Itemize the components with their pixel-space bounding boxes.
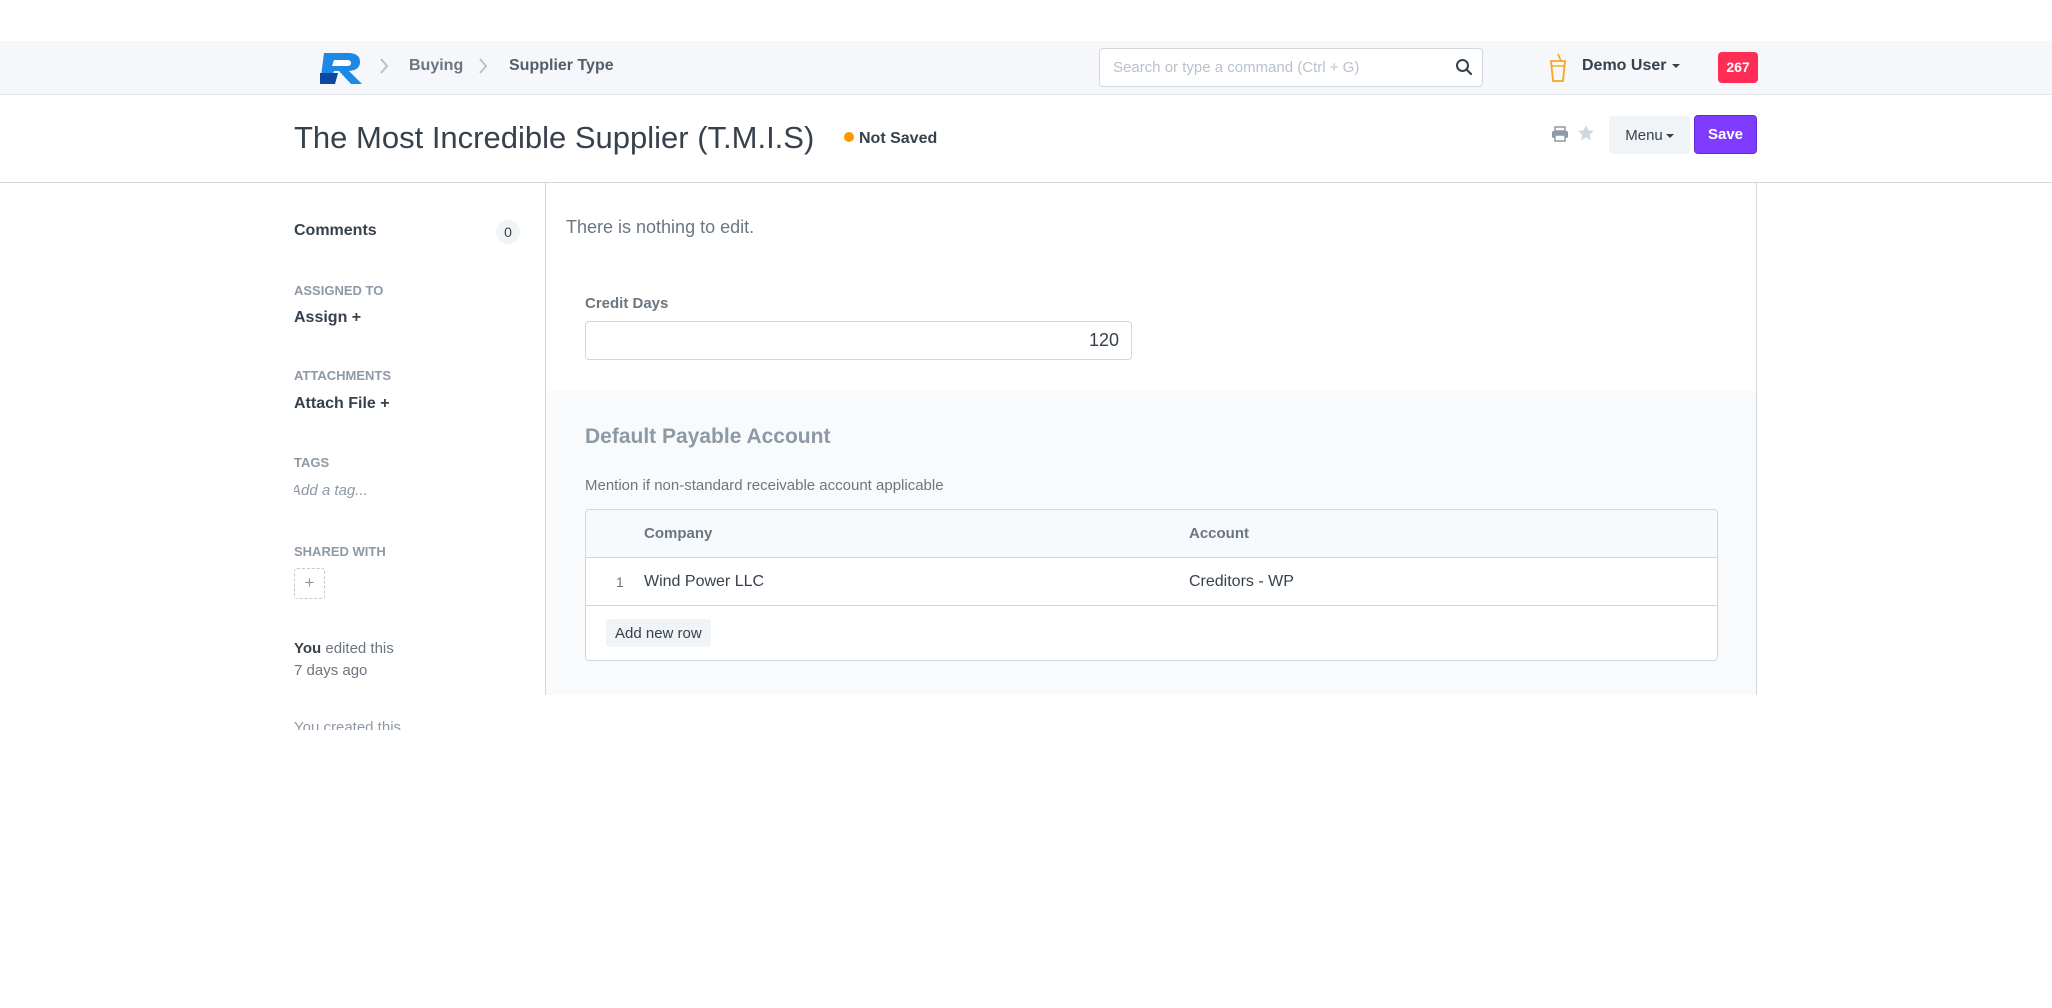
credit-days-input[interactable] bbox=[585, 321, 1132, 360]
form-sidebar: Comments 0 ASSIGNED TO Assign + ATTACHME… bbox=[294, 183, 534, 730]
chevron-right-icon bbox=[380, 58, 389, 74]
add-new-row-button[interactable]: Add new row bbox=[606, 619, 711, 647]
table-row[interactable]: 1 Wind Power LLC Creditors - WP bbox=[586, 558, 1717, 606]
edited-text: edited this bbox=[321, 640, 394, 657]
comments-label[interactable]: Comments bbox=[294, 222, 377, 240]
row-index: 1 bbox=[616, 574, 624, 590]
status-text: Not Saved bbox=[859, 130, 938, 147]
attachments-label: ATTACHMENTS bbox=[294, 368, 392, 383]
status-indicator: Not Saved bbox=[844, 130, 937, 148]
search-input[interactable] bbox=[1113, 49, 1443, 86]
save-button[interactable]: Save bbox=[1694, 115, 1757, 154]
chevron-right-icon bbox=[479, 58, 488, 74]
search-icon[interactable] bbox=[1455, 58, 1473, 76]
search-box bbox=[1099, 48, 1483, 87]
attach-file-link[interactable]: Attach File + bbox=[294, 395, 390, 413]
page-head: The Most Incredible Supplier (T.M.I.S) N… bbox=[0, 96, 2052, 183]
table-header: Company Account bbox=[586, 510, 1717, 558]
print-icon[interactable] bbox=[1551, 126, 1569, 142]
breadcrumb-supplier-type[interactable]: Supplier Type bbox=[509, 57, 614, 75]
credit-days-label: Credit Days bbox=[585, 295, 669, 312]
assigned-to-label: ASSIGNED TO bbox=[294, 283, 384, 298]
cell-account[interactable]: Creditors - WP bbox=[1189, 573, 1294, 591]
section-title: Default Payable Account bbox=[585, 425, 831, 448]
add-tag-input[interactable]: Add a tag... bbox=[294, 482, 368, 499]
notification-badge[interactable]: 267 bbox=[1718, 52, 1758, 83]
edited-when: 7 days ago bbox=[294, 662, 368, 679]
form-layout: There is nothing to edit. Credit Days De… bbox=[545, 183, 1757, 695]
default-payable-account-section: Default Payable Account Mention if non-s… bbox=[546, 391, 1756, 695]
user-name: Demo User bbox=[1582, 57, 1667, 74]
caret-down-icon bbox=[1665, 133, 1674, 138]
nothing-to-edit-message: There is nothing to edit. bbox=[566, 217, 755, 237]
timeline-edited: You edited this 7 days ago bbox=[294, 638, 494, 682]
star-icon[interactable] bbox=[1577, 124, 1595, 142]
page-title: The Most Incredible Supplier (T.M.I.S) bbox=[294, 120, 815, 155]
column-header-account: Account bbox=[1189, 525, 1249, 542]
edited-by: You bbox=[294, 640, 322, 657]
add-share-button[interactable]: + bbox=[294, 568, 325, 599]
cup-icon[interactable] bbox=[1548, 53, 1568, 83]
status-dot-icon bbox=[844, 132, 854, 142]
accounts-table: Company Account 1 Wind Power LLC Credito… bbox=[585, 509, 1718, 661]
navbar: Buying Supplier Type Demo User 267 bbox=[0, 41, 2052, 95]
app-logo-icon[interactable] bbox=[318, 51, 364, 85]
caret-down-icon bbox=[1672, 63, 1681, 68]
column-header-company: Company bbox=[644, 525, 713, 542]
breadcrumb-buying[interactable]: Buying bbox=[409, 57, 463, 75]
comments-count-badge: 0 bbox=[496, 220, 520, 244]
menu-button[interactable]: Menu bbox=[1609, 116, 1690, 154]
cell-company[interactable]: Wind Power LLC bbox=[644, 573, 764, 591]
timeline-created: You created this bbox=[294, 719, 402, 730]
menu-label: Menu bbox=[1625, 126, 1663, 144]
assign-link[interactable]: Assign + bbox=[294, 309, 361, 327]
shared-with-label: SHARED WITH bbox=[294, 544, 386, 559]
section-description: Mention if non-standard receivable accou… bbox=[585, 477, 944, 494]
user-menu[interactable]: Demo User bbox=[1582, 57, 1681, 75]
tags-label: TAGS bbox=[294, 455, 330, 470]
